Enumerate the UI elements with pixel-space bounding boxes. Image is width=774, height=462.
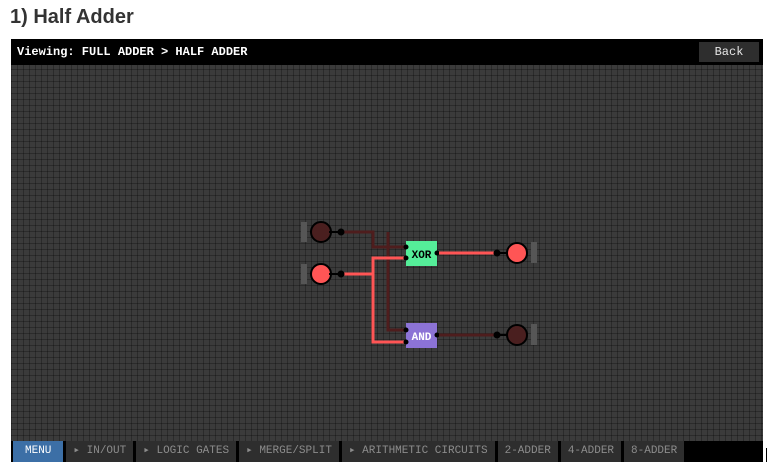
output-sum-lamp xyxy=(506,242,528,264)
component-menu-bar: MENU ▸ IN/OUT ▸ LOGIC GATES ▸ MERGE/SPLI… xyxy=(11,441,763,462)
tab-menu[interactable]: MENU xyxy=(13,441,64,462)
output-carry-handle[interactable] xyxy=(531,324,537,345)
output-carry xyxy=(506,324,537,346)
xor-gate-label: XOR xyxy=(412,250,432,262)
tab-4-adder[interactable]: 4-ADDER xyxy=(560,441,622,462)
page-heading: 1) Half Adder xyxy=(10,6,134,28)
simulator-canvas[interactable]: XOR AND Viewing: FULL ADDER > HALF ADDER… xyxy=(11,39,763,462)
output-sum xyxy=(506,242,537,264)
xor-gate[interactable]: XOR xyxy=(406,241,437,266)
input-b-toggle[interactable] xyxy=(310,263,332,285)
tab-merge-split[interactable]: ▸ MERGE/SPLIT xyxy=(239,441,339,462)
wire-a-to-xor xyxy=(341,230,404,249)
tab-in-out[interactable]: ▸ IN/OUT xyxy=(66,441,134,462)
input-a-handle[interactable] xyxy=(301,222,307,242)
output-sum-handle[interactable] xyxy=(531,242,537,263)
input-b[interactable] xyxy=(301,263,332,285)
tab-2-adder[interactable]: 2-ADDER xyxy=(497,441,558,462)
output-carry-lamp xyxy=(506,324,528,346)
and-gate-label: AND xyxy=(412,332,432,344)
top-bar: Viewing: FULL ADDER > HALF ADDER Back xyxy=(11,39,763,65)
input-a[interactable] xyxy=(301,221,332,243)
viewing-breadcrumb: Viewing: FULL ADDER > HALF ADDER xyxy=(17,45,248,59)
tab-arithmetic-circuits[interactable]: ▸ ARITHMETIC CIRCUITS xyxy=(341,441,495,462)
input-b-handle[interactable] xyxy=(301,264,307,284)
tab-logic-gates[interactable]: ▸ LOGIC GATES xyxy=(136,441,237,462)
tab-8-adder[interactable]: 8-ADDER xyxy=(624,441,685,462)
wire-b-to-xor xyxy=(341,256,404,276)
back-button[interactable]: Back xyxy=(699,42,759,62)
input-a-toggle[interactable] xyxy=(310,221,332,243)
circuit-diagram: XOR AND xyxy=(301,221,537,348)
text-cursor xyxy=(766,448,767,462)
and-gate[interactable]: AND xyxy=(406,323,437,348)
